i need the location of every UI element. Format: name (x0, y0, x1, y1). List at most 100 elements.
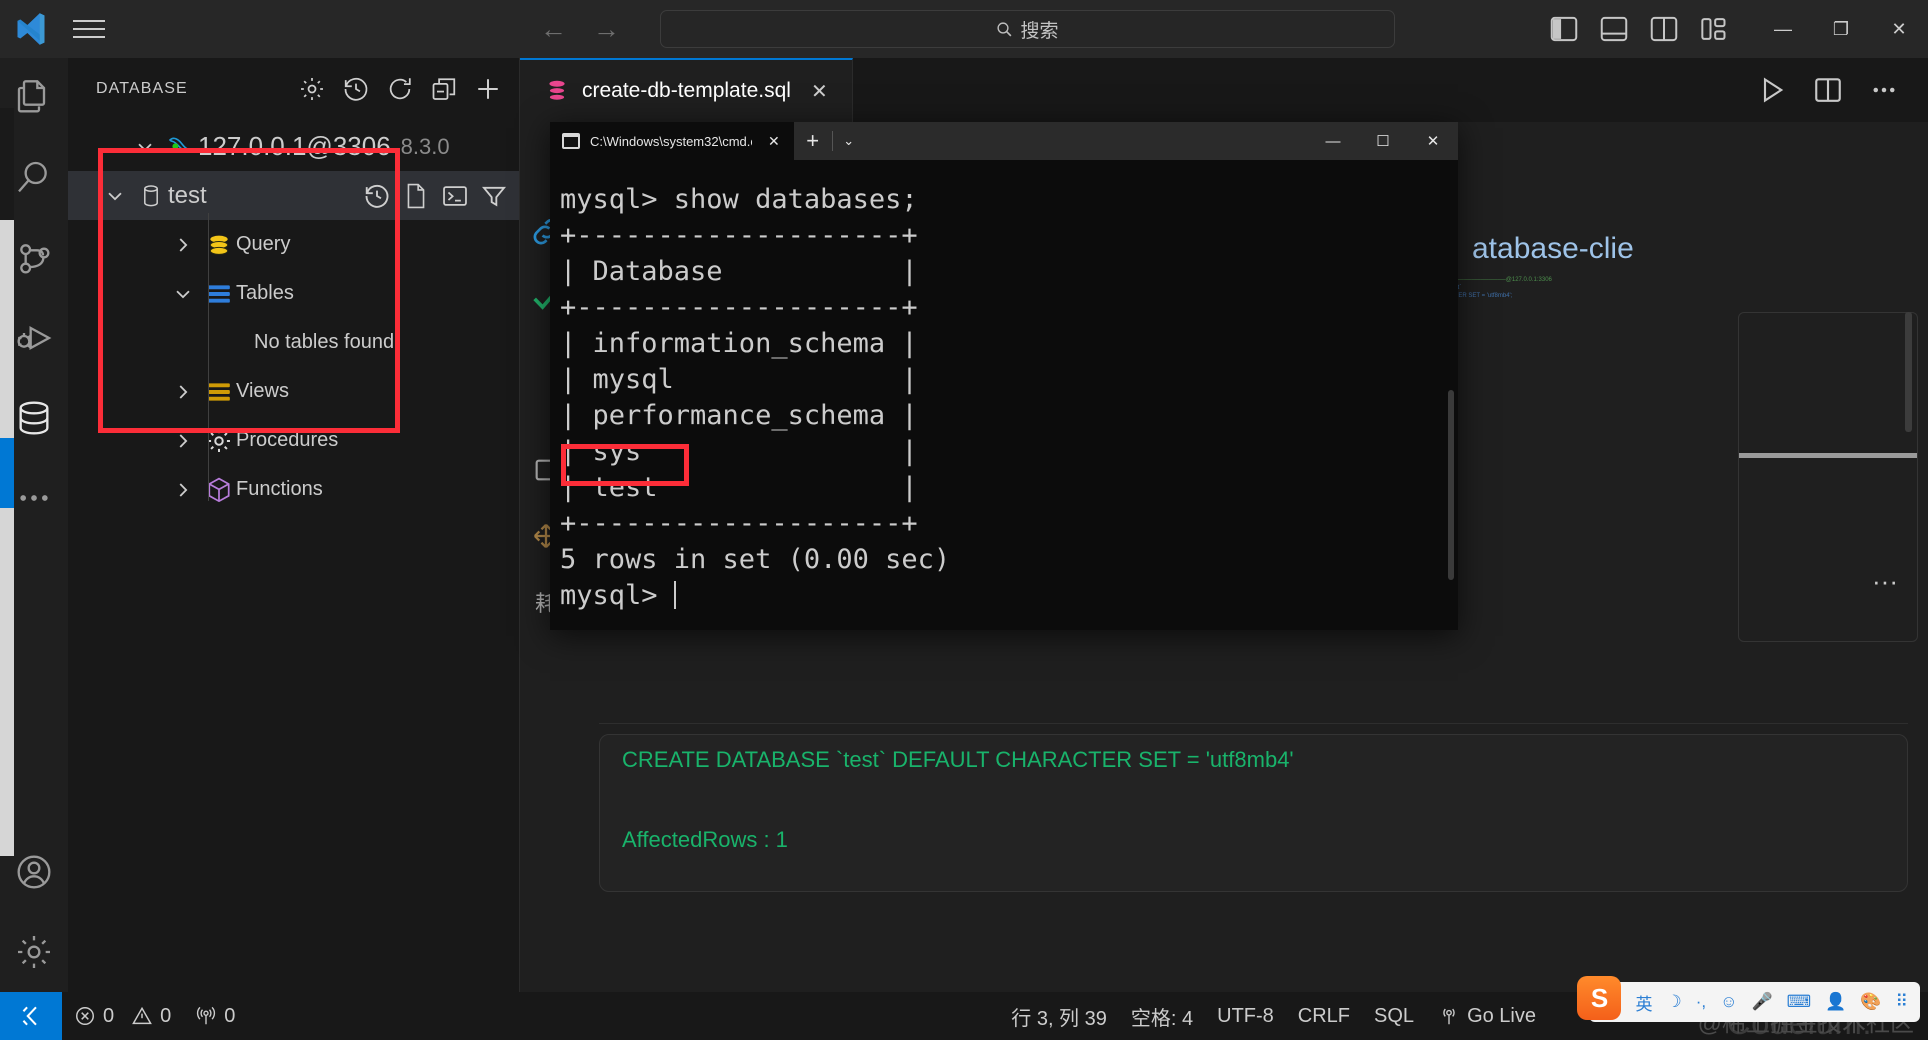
command-search-input[interactable]: 搜索 (660, 10, 1395, 48)
language-mode[interactable]: SQL (1362, 992, 1426, 1040)
tree-item-views-label: Views (236, 380, 289, 402)
customize-layout-icon[interactable] (1700, 16, 1728, 42)
sidebar-header: DATABASE (68, 58, 519, 120)
tree-item-connection[interactable]: 127.0.0.1@3306 8.3.0 (68, 122, 519, 171)
toggle-panel-icon[interactable] (1600, 16, 1628, 42)
ime-emoji-icon[interactable]: ☺ (1720, 992, 1737, 1012)
tree-item-functions[interactable]: Functions (68, 465, 519, 514)
activity-bar-bottom (0, 832, 68, 992)
cursor-position[interactable]: 行 3, 列 39 (999, 992, 1119, 1040)
filter-icon[interactable] (477, 179, 511, 213)
chevron-down-icon[interactable]: ⌄ (833, 122, 865, 160)
terminal-maximize-button[interactable]: ☐ (1358, 122, 1408, 160)
go-live-button[interactable]: Go Live (1426, 992, 1548, 1040)
collapse-all-icon[interactable] (427, 72, 461, 106)
toggle-primary-sidebar-icon[interactable] (1550, 16, 1578, 42)
terminal-line: +--------------------+ (560, 220, 918, 251)
close-button[interactable]: ✕ (1870, 0, 1928, 58)
sogou-ime-toolbar: S 英 ☽ ·, ☺ 🎤 ⌨ 👤 🎨 ⠿ (1577, 976, 1920, 1022)
toggle-secondary-sidebar-icon[interactable] (1650, 16, 1678, 42)
ime-microphone-icon[interactable]: 🎤 (1751, 992, 1772, 1012)
terminal-tab-title: C:\Windows\system32\cmd.e (590, 133, 752, 149)
plus-icon[interactable] (471, 72, 505, 106)
ime-apps-icon[interactable]: ⠿ (1896, 992, 1908, 1012)
ime-keyboard-icon[interactable]: ⌨ (1787, 992, 1812, 1012)
encoding[interactable]: UTF-8 (1205, 992, 1286, 1040)
terminal-minimize-button[interactable]: — (1308, 122, 1358, 160)
tab-create-db-template-sql[interactable]: create-db-template.sql ✕ (520, 58, 853, 122)
navigation-buttons: ← → (540, 15, 620, 43)
tree-item-tables[interactable]: Tables (68, 269, 519, 318)
history-icon[interactable] (339, 72, 373, 106)
ime-account-icon[interactable]: 👤 (1825, 992, 1846, 1012)
terminal-output[interactable]: mysql> show databases; +----------------… (550, 160, 1458, 630)
tree-item-connection-version: 8.3.0 (400, 133, 450, 159)
ime-skin-icon[interactable]: 🎨 (1860, 992, 1881, 1012)
minimize-button[interactable]: — (1754, 0, 1812, 58)
radio-tower-icon (195, 1005, 217, 1027)
search-icon (996, 21, 1013, 38)
gear-icon[interactable] (295, 72, 329, 106)
window-edge-artifact (0, 108, 14, 856)
history-icon[interactable] (360, 179, 394, 213)
terminal-icon[interactable] (438, 179, 472, 213)
mysql-dolphin-icon (164, 134, 198, 160)
chevron-right-icon[interactable] (164, 234, 202, 256)
maximize-restore-button[interactable]: ❐ (1812, 0, 1870, 58)
broadcast-icon (1438, 1005, 1460, 1027)
chevron-right-icon[interactable] (164, 479, 202, 501)
window-controls: — ❐ ✕ (1738, 0, 1928, 58)
chevron-down-icon[interactable] (96, 185, 134, 207)
close-icon[interactable]: ✕ (805, 79, 834, 104)
chevron-down-icon[interactable] (164, 283, 202, 305)
scrollbar-thumb[interactable] (1905, 312, 1912, 432)
ime-language-toggle[interactable]: 英 (1635, 990, 1652, 1015)
tab-label: create-db-template.sql (582, 79, 791, 102)
terminal-line: | Database | (560, 256, 918, 287)
menu-button[interactable] (62, 20, 116, 38)
chevron-down-icon[interactable] (126, 136, 164, 158)
ports-status[interactable]: 0 (183, 992, 247, 1040)
tree-item-query[interactable]: Query (68, 220, 519, 269)
run-play-icon[interactable] (1750, 68, 1794, 112)
split-editor-icon[interactable] (1806, 68, 1850, 112)
new-query-icon[interactable] (399, 179, 433, 213)
settings-gear-icon[interactable] (0, 912, 68, 992)
ime-moon-icon[interactable]: ☽ (1666, 992, 1681, 1012)
tree-item-connection-label: 127.0.0.1@3306 (198, 131, 391, 161)
sidebar-title: DATABASE (96, 80, 188, 97)
chevron-right-icon[interactable] (164, 430, 202, 452)
result-more-icon[interactable]: ··· (1872, 566, 1898, 597)
close-icon[interactable]: ✕ (762, 133, 786, 150)
ime-punctuation-icon[interactable]: ·, (1696, 992, 1706, 1012)
terminal-scrollbar[interactable] (1448, 390, 1454, 580)
warning-icon (131, 1005, 153, 1027)
tree-item-procedures[interactable]: Procedures (68, 416, 519, 465)
new-terminal-tab-button[interactable]: + (794, 122, 832, 160)
terminal-close-button[interactable]: ✕ (1408, 122, 1458, 160)
terminal-caret (673, 581, 676, 609)
back-arrow-icon[interactable]: ← (540, 15, 567, 43)
end-of-line[interactable]: CRLF (1286, 992, 1362, 1040)
forward-arrow-icon[interactable]: → (593, 15, 620, 43)
sidebar-actions (295, 72, 505, 106)
indentation[interactable]: 空格: 4 (1119, 992, 1205, 1040)
terminal-line: 5 rows in set (0.00 sec) (560, 544, 951, 575)
sogou-logo-icon[interactable]: S (1577, 976, 1622, 1020)
terminal-tab-bar: C:\Windows\system32\cmd.e ✕ + ⌄ — ☐ ✕ (550, 122, 1458, 160)
remote-window-button[interactable] (0, 992, 62, 1040)
tree-item-test-database[interactable]: test (68, 171, 519, 220)
terminal-tab[interactable]: C:\Windows\system32\cmd.e ✕ (550, 122, 794, 160)
problems-errors[interactable]: 0 0 (62, 992, 183, 1040)
tree-item-test-label: test (168, 181, 207, 209)
vscode-window: ← → 搜索 — ❐ ✕ DATABASE 127.0.0.1@3306 8.3… (0, 0, 1928, 1040)
terminal-window-controls: — ☐ ✕ (1308, 122, 1458, 160)
cmd-terminal-window[interactable]: C:\Windows\system32\cmd.e ✕ + ⌄ — ☐ ✕ my… (550, 122, 1458, 630)
layout-controls (1550, 16, 1728, 42)
refresh-icon[interactable] (383, 72, 417, 106)
tree-item-functions-label: Functions (236, 478, 323, 500)
ellipsis-icon[interactable] (1862, 68, 1906, 112)
tree-item-views[interactable]: Views (68, 367, 519, 416)
chevron-right-icon[interactable] (164, 381, 202, 403)
terminal-line: | sys | (560, 436, 918, 467)
